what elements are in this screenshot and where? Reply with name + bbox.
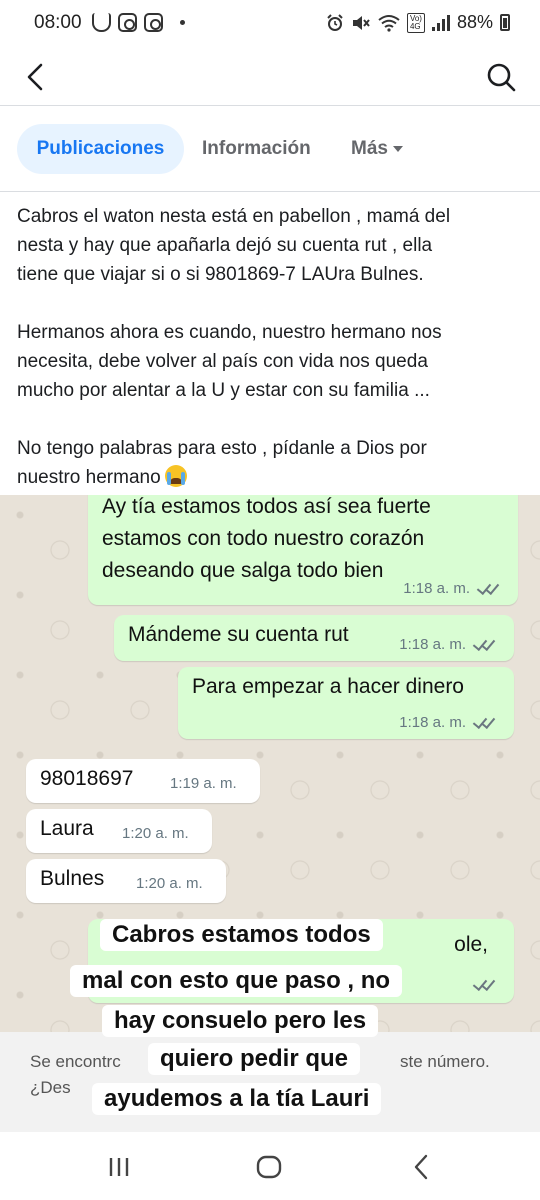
post-text: Cabros el waton nesta está en pabellon ,… — [17, 202, 527, 492]
post-paragraph-2: Hermanos ahora es cuando, nuestro herman… — [17, 318, 527, 405]
chat-message: Bulnes 1:20 a. m. — [26, 859, 226, 903]
instagram-icon — [118, 13, 137, 32]
chat-message: Ay tía estamos todos así sea fuerte esta… — [88, 495, 518, 605]
chat-message-partial-text: ole, — [454, 933, 488, 956]
double-check-icon — [476, 581, 500, 593]
tab-informacion[interactable]: Información — [202, 124, 311, 174]
more-notifications-dot — [180, 20, 185, 25]
chat-message: Laura 1:20 a. m. — [26, 809, 212, 853]
chat-time: 1:20 a. m. — [122, 825, 189, 842]
battery-icon — [500, 14, 510, 31]
instagram-icon — [144, 13, 163, 32]
volte-bottom-label: 4G — [409, 21, 421, 31]
caret-down-icon — [392, 145, 403, 152]
banner-text-left-2: ¿Des — [30, 1078, 71, 1097]
tab-publicaciones[interactable]: Publicaciones — [17, 124, 184, 174]
chat-meta: 1:18 a. m. — [399, 709, 496, 733]
sticker-text-line: ayudemos a la tía Lauri — [92, 1083, 382, 1115]
chat-message-line: Mándeme su cuenta rut — [128, 623, 349, 646]
chat-message-line: Laura — [40, 817, 94, 840]
sticker-text-line: hay consuelo pero les — [102, 1005, 379, 1037]
sticker-text-line: Cabros estamos todos — [100, 919, 383, 951]
post-line: nesta y hay que apañarla dejó su cuenta … — [17, 235, 433, 256]
recent-apps-button[interactable] — [104, 1152, 134, 1182]
tab-mas[interactable]: Más — [351, 124, 403, 174]
chat-message: Para empezar a hacer dinero 1:18 a. m. — [178, 667, 514, 739]
chat-message: Mándeme su cuenta rut 1:18 a. m. — [114, 615, 514, 661]
post-paragraph-1: Cabros el waton nesta está en pabellon ,… — [17, 202, 527, 289]
back-icon — [414, 1154, 428, 1180]
chat-message-line: Ay tía estamos todos así sea fuerte — [102, 495, 431, 518]
profile-tabs: Publicaciones Información Más — [0, 106, 540, 192]
search-button[interactable] — [484, 60, 518, 94]
back-arrow-icon — [27, 63, 43, 91]
alarm-icon — [327, 13, 343, 31]
chat-time: 1:19 a. m. — [170, 775, 237, 792]
signal-icon — [431, 14, 450, 31]
chat-message-line: 98018697 — [40, 767, 134, 790]
crying-face-emoji-icon — [164, 465, 187, 487]
home-button[interactable] — [254, 1152, 284, 1182]
chat-meta: 1:18 a. m. — [399, 631, 496, 655]
double-check-icon — [472, 637, 496, 649]
post-line-text: nuestro hermano — [17, 467, 161, 488]
home-icon — [256, 1155, 282, 1179]
wifi-icon — [378, 14, 400, 32]
post-paragraph-3: No tengo palabras para esto , pídanle a … — [17, 434, 527, 492]
post-line: nuestro hermano — [17, 463, 527, 492]
search-icon — [487, 63, 516, 92]
chat-message-line: estamos con todo nuestro corazón — [102, 527, 425, 550]
chat-time: 1:18 a. m. — [399, 636, 466, 653]
battery-percentage: 88% — [456, 12, 493, 32]
chat-message-line: Para empezar a hacer dinero — [192, 675, 464, 698]
post-line: No tengo palabras para esto , pídanle a … — [17, 438, 427, 459]
post-image-chat-screenshot[interactable]: Ay tía estamos todos así sea fuerte esta… — [0, 495, 540, 1132]
double-check-icon — [472, 715, 496, 727]
double-check-icon — [472, 977, 496, 989]
sticker-text-line: quiero pedir que — [148, 1043, 361, 1075]
post-line: Cabros el waton nesta está en pabellon ,… — [17, 206, 451, 227]
status-bar: 08:00 Vo) 4G 88% — [0, 0, 540, 48]
status-system-icons: Vo) 4G 88% — [326, 12, 510, 33]
banner-text-left: Se encontrc — [30, 1052, 121, 1071]
tab-mas-label: Más — [351, 138, 388, 159]
chat-message: 98018697 1:19 a. m. — [26, 759, 260, 803]
volte-icon: Vo) 4G — [406, 12, 425, 33]
post-line: tiene que viajar si o si 9801869-7 LAUra… — [17, 264, 424, 285]
nav-back-button[interactable] — [406, 1152, 436, 1182]
chat-time: 1:18 a. m. — [399, 714, 466, 731]
chat-time: 1:18 a. m. — [403, 580, 470, 597]
status-notification-icons — [92, 13, 185, 32]
cup-icon — [92, 13, 111, 32]
recent-apps-icon — [109, 1158, 129, 1176]
chat-time: 1:20 a. m. — [136, 875, 203, 892]
app-bar — [0, 48, 540, 106]
mute-icon — [352, 15, 370, 30]
post-line: necesita, debe volver al país con vida n… — [17, 351, 428, 372]
status-time: 08:00 — [34, 12, 82, 33]
system-nav-bar — [0, 1132, 540, 1200]
sticker-text-line: mal con esto que paso , no — [70, 965, 403, 997]
chat-meta: 1:18 a. m. — [403, 575, 500, 599]
banner-text-right: ste número. — [400, 1052, 490, 1071]
post-line: mucho por alentar a la U y estar con su … — [17, 380, 430, 401]
back-button[interactable] — [20, 60, 54, 94]
post-line: Hermanos ahora es cuando, nuestro herman… — [17, 322, 442, 343]
chat-message-line: Bulnes — [40, 867, 105, 890]
